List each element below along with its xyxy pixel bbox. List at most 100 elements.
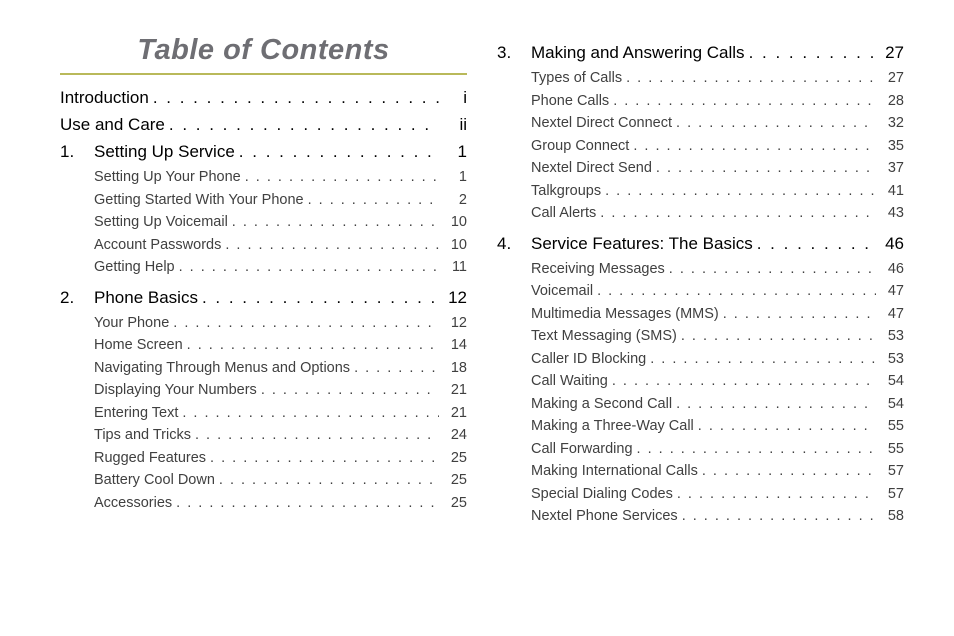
- toc-dots: [676, 116, 876, 131]
- toc-dots: [219, 473, 439, 488]
- toc-sub[interactable]: Nextel Direct Connect32: [497, 112, 904, 135]
- toc-dots: [225, 238, 439, 253]
- toc-sub[interactable]: Getting Started With Your Phone2: [60, 189, 467, 212]
- toc-chapter-2[interactable]: 2. Phone Basics 12: [60, 289, 467, 306]
- toc-sub[interactable]: Voicemail 47: [497, 280, 904, 303]
- toc-page-num: 53: [880, 352, 904, 367]
- toc-page-num: 55: [880, 442, 904, 457]
- toc-dots: [176, 496, 439, 511]
- toc-chapter-4[interactable]: 4. Service Features: The Basics 46: [497, 235, 904, 252]
- toc-label: Entering Text: [94, 406, 178, 421]
- toc-dots: [195, 428, 439, 443]
- toc-sub[interactable]: Making a Three-Way Call 55: [497, 415, 904, 438]
- toc-sub[interactable]: Tips and Tricks24: [60, 424, 467, 447]
- toc-dots: [179, 260, 439, 275]
- toc-sub[interactable]: Battery Cool Down25: [60, 469, 467, 492]
- toc-dots: [637, 442, 876, 457]
- toc-sub[interactable]: Phone Calls28: [497, 90, 904, 113]
- toc-sub[interactable]: Receiving Messages46: [497, 258, 904, 281]
- toc-page: Table of Contents Introduction i Use and…: [0, 0, 954, 558]
- toc-page-num: 55: [880, 419, 904, 434]
- toc-sub[interactable]: Accessories25: [60, 492, 467, 515]
- toc-label: Voicemail: [531, 284, 593, 299]
- toc-sub[interactable]: Call Alerts 43: [497, 202, 904, 225]
- toc-label: Nextel Phone Services: [531, 509, 678, 524]
- toc-sub[interactable]: Group Connect35: [497, 135, 904, 158]
- toc-sub[interactable]: Setting Up Voicemail10: [60, 211, 467, 234]
- toc-sub[interactable]: Text Messaging (SMS) 53: [497, 325, 904, 348]
- toc-dots: [650, 352, 876, 367]
- toc-label: Making a Three-Way Call: [531, 419, 694, 434]
- toc-page-num: 1: [443, 170, 467, 185]
- toc-label: Special Dialing Codes: [531, 487, 673, 502]
- toc-entry-intro[interactable]: Introduction i: [60, 89, 467, 106]
- toc-page-num: 58: [880, 509, 904, 524]
- toc-page-num: 57: [880, 464, 904, 479]
- toc-label: Making and Answering Calls: [531, 44, 745, 61]
- toc-page-num: 21: [443, 383, 467, 398]
- toc-sub[interactable]: Navigating Through Menus and Options18: [60, 357, 467, 380]
- toc-label: Use and Care: [60, 116, 165, 133]
- toc-label: Rugged Features: [94, 451, 206, 466]
- toc-chapter-3[interactable]: 3. Making and Answering Calls 27: [497, 44, 904, 61]
- toc-page-num: 54: [880, 374, 904, 389]
- toc-dots: [153, 89, 439, 106]
- toc-sub[interactable]: Call Waiting 54: [497, 370, 904, 393]
- toc-label: Displaying Your Numbers: [94, 383, 257, 398]
- toc-dots: [723, 307, 876, 322]
- toc-dots: [308, 193, 439, 208]
- toc-label: Types of Calls: [531, 71, 622, 86]
- toc-label: Getting Help: [94, 260, 175, 275]
- toc-label: Call Alerts: [531, 206, 596, 221]
- toc-dots: [187, 338, 439, 353]
- toc-page-num: 47: [880, 284, 904, 299]
- toc-label: Caller ID Blocking: [531, 352, 646, 367]
- toc-sub[interactable]: Multimedia Messages (MMS)47: [497, 303, 904, 326]
- toc-dots: [702, 464, 876, 479]
- toc-dots: [182, 406, 439, 421]
- toc-sub[interactable]: Special Dialing Codes57: [497, 483, 904, 506]
- toc-entry-use-care[interactable]: Use and Care ii: [60, 116, 467, 133]
- toc-label: Your Phone: [94, 316, 169, 331]
- toc-dots: [757, 235, 876, 252]
- toc-dots: [239, 143, 439, 160]
- toc-sub[interactable]: Making International Calls57: [497, 460, 904, 483]
- toc-page-num: ii: [443, 116, 467, 133]
- toc-page-num: 27: [880, 71, 904, 86]
- toc-sub[interactable]: Displaying Your Numbers 21: [60, 379, 467, 402]
- toc-label: Phone Calls: [531, 94, 609, 109]
- page-title: Table of Contents: [60, 34, 467, 67]
- toc-page-num: 14: [443, 338, 467, 353]
- toc-sub[interactable]: Caller ID Blocking 53: [497, 348, 904, 371]
- toc-page-num: 10: [443, 215, 467, 230]
- toc-sub[interactable]: Call Forwarding55: [497, 438, 904, 461]
- toc-sub[interactable]: Your Phone12: [60, 312, 467, 335]
- toc-sub[interactable]: Making a Second Call54: [497, 393, 904, 416]
- toc-sub[interactable]: Home Screen14: [60, 334, 467, 357]
- toc-sub[interactable]: Account Passwords10: [60, 234, 467, 257]
- toc-sub[interactable]: Rugged Features25: [60, 447, 467, 470]
- toc-label: Tips and Tricks: [94, 428, 191, 443]
- toc-sub[interactable]: Nextel Phone Services 58: [497, 505, 904, 528]
- toc-page-num: 54: [880, 397, 904, 412]
- toc-dots: [626, 71, 876, 86]
- toc-label: Call Waiting: [531, 374, 608, 389]
- toc-page-num: 2: [443, 193, 467, 208]
- toc-label: Text Messaging (SMS): [531, 329, 677, 344]
- toc-page-num: 46: [880, 262, 904, 277]
- toc-sub[interactable]: Entering Text21: [60, 402, 467, 425]
- toc-sub[interactable]: Setting Up Your Phone1: [60, 166, 467, 189]
- toc-dots: [169, 116, 439, 133]
- toc-sub[interactable]: Types of Calls 27: [497, 67, 904, 90]
- toc-label: Accessories: [94, 496, 172, 511]
- toc-label: Multimedia Messages (MMS): [531, 307, 719, 322]
- toc-page-num: 43: [880, 206, 904, 221]
- toc-page-num: i: [443, 89, 467, 106]
- toc-page-num: 53: [880, 329, 904, 344]
- toc-sub[interactable]: Nextel Direct Send37: [497, 157, 904, 180]
- toc-sub[interactable]: Talkgroups41: [497, 180, 904, 203]
- toc-page-num: 11: [443, 260, 467, 275]
- toc-sub[interactable]: Getting Help 11: [60, 256, 467, 279]
- toc-chapter-1[interactable]: 1. Setting Up Service 1: [60, 143, 467, 160]
- toc-label: Account Passwords: [94, 238, 221, 253]
